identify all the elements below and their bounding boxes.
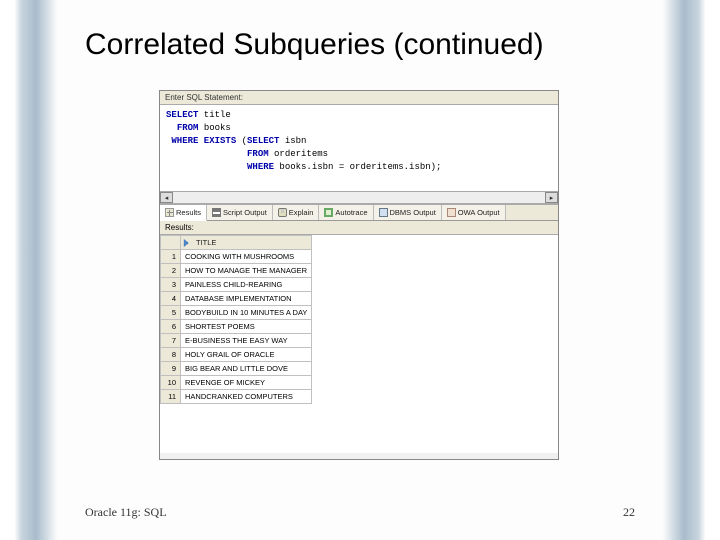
cell-title: HOW TO MANAGE THE MANAGER bbox=[181, 264, 312, 278]
row-number: 8 bbox=[161, 348, 181, 362]
row-number: 2 bbox=[161, 264, 181, 278]
column-header-title[interactable]: TITLE bbox=[181, 236, 312, 250]
table-row[interactable]: 7E-BUSINESS THE EASY WAY bbox=[161, 334, 312, 348]
cell-title: SHORTEST POEMS bbox=[181, 320, 312, 334]
table-row[interactable]: 11HANDCRANKED COMPUTERS bbox=[161, 390, 312, 404]
scroll-track[interactable] bbox=[173, 192, 545, 203]
kw-where-exists: WHERE EXISTS bbox=[171, 136, 236, 146]
owa-icon bbox=[447, 208, 456, 217]
sql-text: isbn bbox=[279, 136, 306, 146]
table-row[interactable]: 9BIG BEAR AND LITTLE DOVE bbox=[161, 362, 312, 376]
output-tabs: Results Script Output Explain Autotrace … bbox=[160, 204, 558, 221]
cell-title: PAINLESS CHILD-REARING bbox=[181, 278, 312, 292]
footer-source: Oracle 11g: SQL bbox=[85, 505, 167, 520]
sql-text: books bbox=[198, 123, 230, 133]
results-label: Results: bbox=[160, 221, 558, 235]
table-row[interactable]: 10REVENGE OF MICKEY bbox=[161, 376, 312, 390]
tab-label: Results bbox=[176, 208, 201, 217]
table-row[interactable]: 1COOKING WITH MUSHROOMS bbox=[161, 250, 312, 264]
slide: Correlated Subqueries (continued) Enter … bbox=[0, 0, 720, 540]
tab-script-output[interactable]: Script Output bbox=[207, 205, 273, 220]
tab-label: Autotrace bbox=[335, 208, 367, 217]
kw-where-inner: WHERE bbox=[247, 162, 274, 172]
sql-text: title bbox=[198, 110, 230, 120]
tab-label: OWA Output bbox=[458, 208, 500, 217]
table-row[interactable]: 3PAINLESS CHILD-REARING bbox=[161, 278, 312, 292]
cell-title: HOLY GRAIL OF ORACLE bbox=[181, 348, 312, 362]
row-number: 7 bbox=[161, 334, 181, 348]
kw-select-inner: SELECT bbox=[247, 136, 279, 146]
slide-title: Correlated Subqueries (continued) bbox=[85, 28, 660, 62]
cell-title: COOKING WITH MUSHROOMS bbox=[181, 250, 312, 264]
table-row[interactable]: 6SHORTEST POEMS bbox=[161, 320, 312, 334]
row-number: 9 bbox=[161, 362, 181, 376]
tab-explain[interactable]: Explain bbox=[273, 205, 320, 220]
scroll-right-arrow-icon[interactable]: ▸ bbox=[545, 192, 558, 203]
column-name: TITLE bbox=[196, 238, 216, 247]
kw-select: SELECT bbox=[166, 110, 198, 120]
cell-title: BIG BEAR AND LITTLE DOVE bbox=[181, 362, 312, 376]
cell-title: DATABASE IMPLEMENTATION bbox=[181, 292, 312, 306]
tab-label: Explain bbox=[289, 208, 314, 217]
script-icon bbox=[212, 208, 221, 217]
row-number: 6 bbox=[161, 320, 181, 334]
row-number: 1 bbox=[161, 250, 181, 264]
dbms-icon bbox=[379, 208, 388, 217]
sql-text: orderitems bbox=[269, 149, 328, 159]
grid-icon bbox=[165, 208, 174, 217]
corner-cell bbox=[161, 236, 181, 250]
cell-title: BODYBUILD IN 10 MINUTES A DAY bbox=[181, 306, 312, 320]
row-number: 10 bbox=[161, 376, 181, 390]
results-grid[interactable]: TITLE 1COOKING WITH MUSHROOMS 2HOW TO MA… bbox=[160, 235, 558, 453]
tab-label: DBMS Output bbox=[390, 208, 436, 217]
cell-title: REVENGE OF MICKEY bbox=[181, 376, 312, 390]
tab-autotrace[interactable]: Autotrace bbox=[319, 205, 373, 220]
table-row[interactable]: 8HOLY GRAIL OF ORACLE bbox=[161, 348, 312, 362]
tab-label: Script Output bbox=[223, 208, 267, 217]
horizontal-scrollbar[interactable]: ◂ ▸ bbox=[160, 191, 558, 204]
page-number: 22 bbox=[623, 505, 635, 520]
kw-from: FROM bbox=[177, 123, 199, 133]
tab-dbms-output[interactable]: DBMS Output bbox=[374, 205, 442, 220]
table-row[interactable]: 5BODYBUILD IN 10 MINUTES A DAY bbox=[161, 306, 312, 320]
results-table: TITLE 1COOKING WITH MUSHROOMS 2HOW TO MA… bbox=[160, 235, 312, 404]
explain-icon bbox=[278, 208, 287, 217]
tab-results[interactable]: Results bbox=[160, 205, 207, 221]
cell-title: E-BUSINESS THE EASY WAY bbox=[181, 334, 312, 348]
sql-developer-window: Enter SQL Statement: SELECT title FROM b… bbox=[159, 90, 559, 460]
sort-icon bbox=[184, 239, 194, 247]
kw-from-inner: FROM bbox=[247, 149, 269, 159]
tab-owa-output[interactable]: OWA Output bbox=[442, 205, 506, 220]
table-row[interactable]: 4DATABASE IMPLEMENTATION bbox=[161, 292, 312, 306]
sql-panel-label: Enter SQL Statement: bbox=[160, 91, 558, 105]
row-number: 4 bbox=[161, 292, 181, 306]
row-number: 5 bbox=[161, 306, 181, 320]
sql-text: books.isbn = orderitems.isbn); bbox=[274, 162, 441, 172]
autotrace-icon bbox=[324, 208, 333, 217]
scroll-left-arrow-icon[interactable]: ◂ bbox=[160, 192, 173, 203]
sql-text: ( bbox=[236, 136, 247, 146]
sql-editor[interactable]: SELECT title FROM books WHERE EXISTS (SE… bbox=[160, 105, 558, 191]
row-number: 3 bbox=[161, 278, 181, 292]
cell-title: HANDCRANKED COMPUTERS bbox=[181, 390, 312, 404]
row-number: 11 bbox=[161, 390, 181, 404]
table-row[interactable]: 2HOW TO MANAGE THE MANAGER bbox=[161, 264, 312, 278]
